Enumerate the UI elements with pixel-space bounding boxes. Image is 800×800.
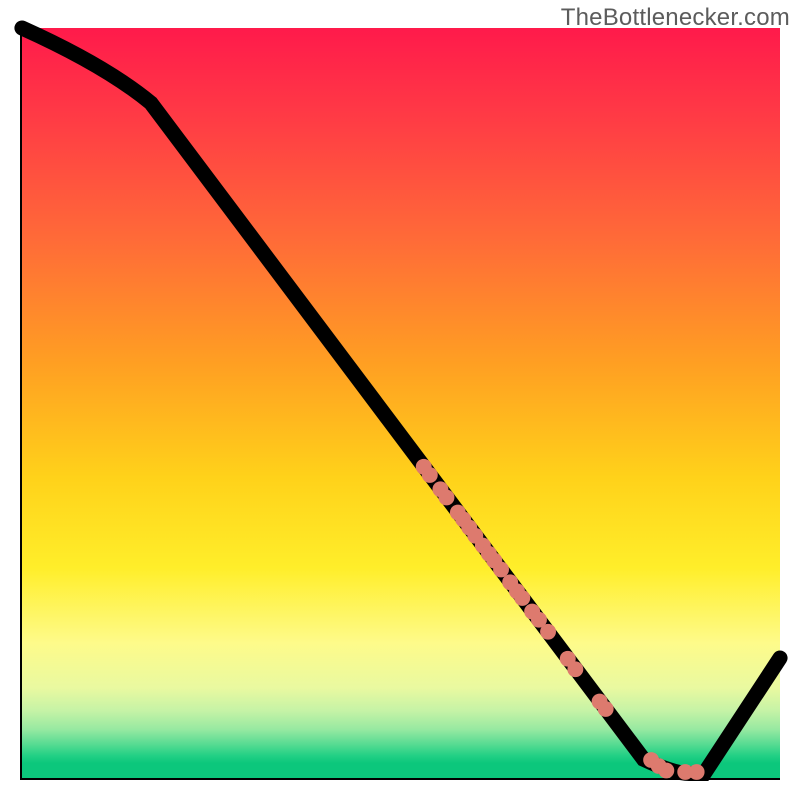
bottleneck-curve [22, 28, 780, 774]
curve-marker [493, 562, 509, 578]
curve-marker [422, 467, 438, 483]
curve-marker [598, 701, 614, 717]
curve-marker [689, 764, 705, 780]
curve-markers [416, 459, 705, 780]
curve-marker [567, 661, 583, 677]
curve-marker [514, 590, 530, 606]
curve-svg [22, 28, 780, 778]
curve-marker [439, 490, 455, 506]
curve-marker [658, 763, 674, 779]
curve-marker [540, 624, 556, 640]
chart-frame: TheBottlenecker.com [0, 0, 800, 800]
plot-area [20, 28, 780, 780]
